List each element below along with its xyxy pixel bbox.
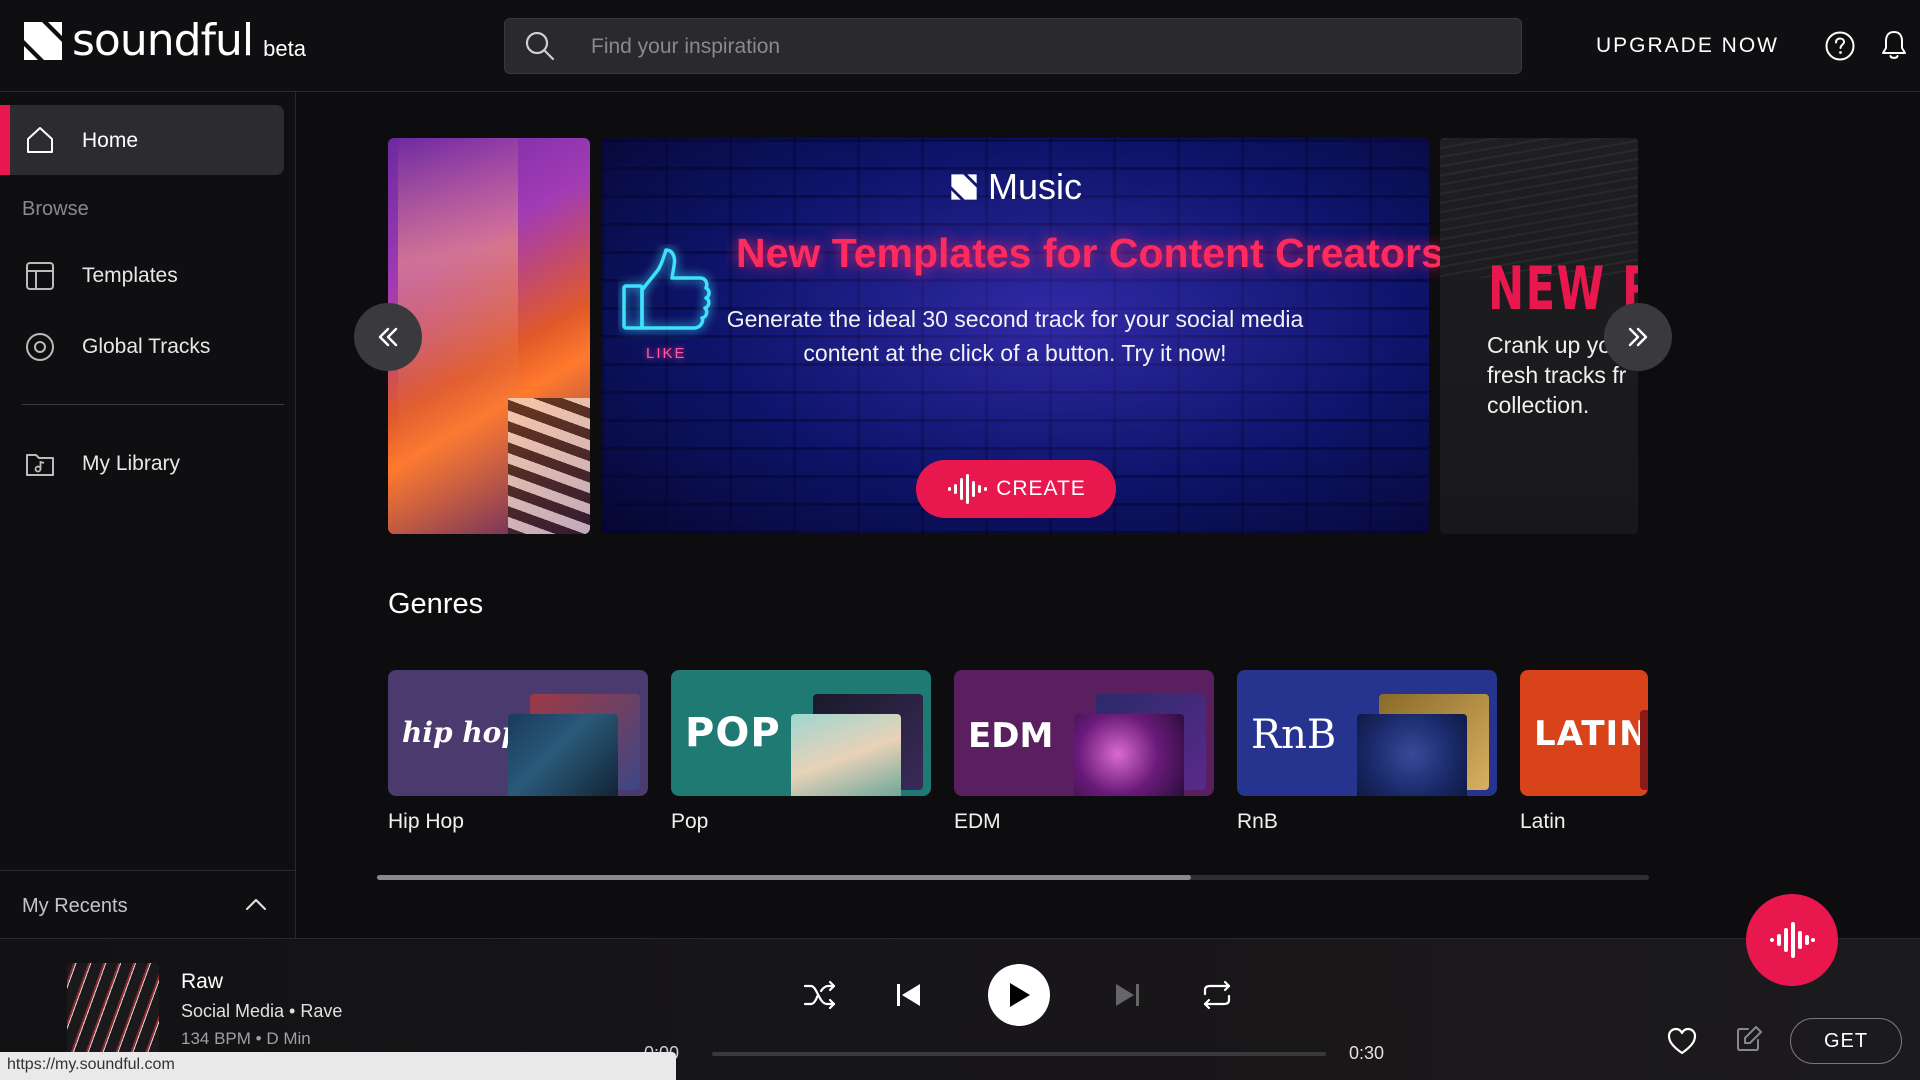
my-recents-label: My Recents (22, 895, 128, 917)
genre-label[interactable]: EDM (954, 810, 1001, 834)
create-track-fab[interactable] (1746, 894, 1838, 986)
sidebar-divider (22, 404, 284, 405)
previous-track-icon[interactable] (889, 975, 929, 1015)
next-track-icon[interactable] (1107, 975, 1147, 1015)
disc-icon (26, 333, 54, 361)
track-subtitle: Social Media • Rave (181, 1001, 343, 1021)
notification-bell-icon[interactable] (1878, 28, 1910, 62)
sidebar-item-home[interactable]: Home (0, 105, 284, 175)
search-input[interactable] (591, 19, 1491, 75)
banner-photo-detail (508, 398, 590, 534)
genre-art-text: POP (685, 710, 781, 756)
my-recents-toggle[interactable]: My Recents (0, 870, 296, 938)
genre-photo-front (1074, 714, 1184, 796)
soundwave-icon (948, 474, 988, 504)
sidebar-item-templates[interactable]: Templates (0, 246, 284, 306)
banner-next-desc-line: fresh tracks fr (1487, 362, 1627, 388)
create-button-label: CREATE (996, 477, 1086, 500)
browse-heading: Browse (22, 198, 89, 220)
home-icon (27, 127, 53, 153)
upgrade-now-button[interactable]: UPGRADE NOW (1596, 34, 1779, 58)
genre-card-edm[interactable]: EDM (954, 670, 1214, 796)
search-bar[interactable] (504, 18, 1522, 75)
sidebar-item-global-tracks[interactable]: Global Tracks (0, 317, 284, 377)
search-icon (525, 31, 555, 61)
genre-art-text: LATIN (1534, 714, 1648, 754)
top-bar: soundful beta UPGRADE NOW (0, 0, 1920, 92)
carousel-next-button[interactable] (1604, 303, 1672, 371)
soundwave-icon (1770, 922, 1815, 958)
track-artwork[interactable] (67, 963, 159, 1055)
genre-art-text: RnB (1251, 712, 1337, 758)
soundful-logo-icon (24, 22, 62, 60)
edit-icon[interactable] (1734, 1024, 1764, 1054)
genre-label[interactable]: RnB (1237, 810, 1278, 834)
genre-label[interactable]: Latin (1520, 810, 1566, 834)
sidebar-item-label: My Library (82, 452, 181, 475)
chevron-up-icon[interactable] (243, 893, 269, 915)
browser-status-url: https://my.soundful.com (0, 1052, 676, 1080)
genre-card-hip-hop[interactable]: hip hop (388, 670, 648, 796)
logo-wordmark: soundful (72, 15, 254, 66)
like-neon-text: LIKE (646, 345, 687, 362)
thumbs-up-neon-icon (622, 248, 711, 330)
genres-scrollbar-thumb[interactable] (377, 875, 1192, 880)
genre-photo-front (791, 714, 901, 796)
soundful-music-logo: Music (950, 166, 1082, 208)
progress-bar[interactable] (712, 1052, 1326, 1056)
genre-label[interactable]: Pop (671, 810, 708, 834)
genre-card-pop[interactable]: POP (671, 670, 931, 796)
genre-photo-front (1357, 714, 1467, 796)
genres-heading: Genres (388, 588, 484, 620)
help-icon[interactable] (1824, 30, 1856, 62)
sidebar-item-my-library[interactable]: My Library (0, 434, 284, 494)
active-indicator (0, 105, 10, 175)
genre-label[interactable]: Hip Hop (388, 810, 464, 834)
sidebar-item-label: Templates (82, 264, 178, 287)
music-brand-label: Music (988, 166, 1083, 207)
track-title[interactable]: Raw (181, 970, 223, 994)
shuffle-icon[interactable] (800, 975, 840, 1015)
genre-art-text: hip hop (402, 716, 521, 749)
genre-art-text: EDM (968, 716, 1054, 756)
library-folder-icon (26, 454, 54, 476)
carousel-previous-button[interactable] (354, 303, 422, 371)
genre-card-latin[interactable]: LATIN (1520, 670, 1648, 796)
time-total: 0:30 (1349, 1043, 1385, 1063)
banner-next-desc-line: collection. (1487, 392, 1590, 418)
sidebar-item-label: Global Tracks (82, 335, 211, 358)
create-button[interactable]: CREATE (916, 460, 1116, 518)
play-icon (1010, 983, 1030, 1007)
banner-title: New Templates for Content Creators (736, 230, 1444, 276)
genre-card-rnb[interactable]: RnB (1237, 670, 1497, 796)
logo-beta-label: beta (263, 36, 306, 61)
genre-photo-front (508, 714, 618, 796)
soundful-logo[interactable]: soundful beta (22, 15, 306, 66)
soundful-logo-icon (951, 174, 977, 200)
templates-icon (26, 262, 54, 290)
genre-photo-front (1640, 710, 1648, 790)
chevrons-left-icon (378, 327, 398, 347)
get-button[interactable]: GET (1790, 1018, 1902, 1064)
repeat-icon[interactable] (1197, 975, 1237, 1015)
track-meta: 134 BPM • D Min (181, 1029, 311, 1048)
heart-icon[interactable] (1666, 1026, 1698, 1056)
sidebar-item-label: Home (82, 129, 139, 152)
chevrons-right-icon (1628, 327, 1648, 347)
play-button[interactable] (988, 964, 1050, 1026)
banner-description: Generate the ideal 30 second track for y… (726, 306, 1304, 366)
sidebar: Home Browse Templates Global Tracks My L… (0, 92, 296, 938)
